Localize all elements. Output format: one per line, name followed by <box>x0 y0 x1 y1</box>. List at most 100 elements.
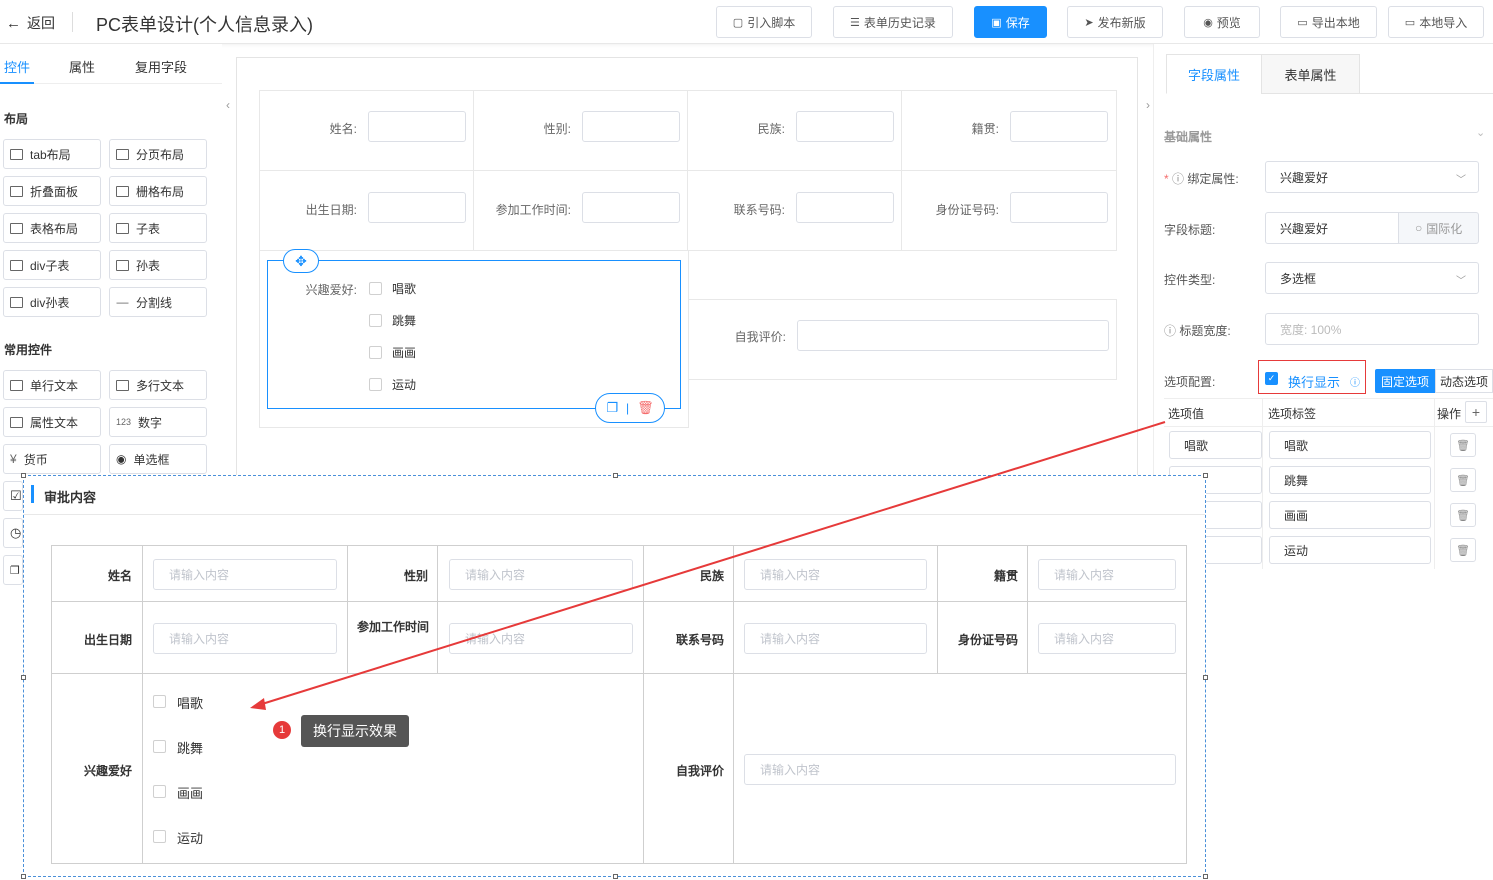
add-option-icon[interactable]: + <box>1465 401 1487 423</box>
delete-icon[interactable]: 🗑 <box>637 400 654 416</box>
form-history-button[interactable]: ☰ 表单历史记录 <box>833 6 953 38</box>
native-place-input[interactable] <box>1010 111 1108 142</box>
comp-collapse-panel[interactable]: 折叠面板 <box>3 176 101 206</box>
option-label-input[interactable]: 跳舞 <box>1269 466 1431 494</box>
preview-gender-input[interactable]: 请输入内容 <box>449 559 633 590</box>
preview-ethnicity-input[interactable]: 请输入内容 <box>744 559 927 590</box>
import-script-button[interactable]: ▢ 引入脚本 <box>716 6 812 38</box>
move-icon[interactable]: ✥ <box>283 249 319 273</box>
comp-page-layout[interactable]: 分页布局 <box>109 139 207 169</box>
delete-icon[interactable]: 🗑 <box>1450 503 1476 527</box>
cell-work-start: 参加工作时间: <box>473 170 688 251</box>
ethnicity-input[interactable] <box>796 111 894 142</box>
name-input[interactable] <box>368 111 466 142</box>
tab-field-properties[interactable]: 字段属性 <box>1166 54 1262 94</box>
resize-handle[interactable] <box>21 874 26 879</box>
import-button[interactable]: ▭ 本地导入 <box>1388 6 1484 38</box>
comp-table-layout[interactable]: 表格布局 <box>3 213 101 243</box>
checkbox[interactable] <box>369 346 382 359</box>
field-title-input[interactable]: 兴趣爱好 <box>1265 212 1399 244</box>
preview-button[interactable]: ◉ 预览 <box>1184 6 1260 38</box>
publish-button[interactable]: ➤ 发布新版 <box>1067 6 1163 38</box>
comp-div-grandchild-table[interactable]: div孙表 <box>3 287 101 317</box>
preview-native-place-input[interactable]: 请输入内容 <box>1038 559 1176 590</box>
birth-date-input[interactable] <box>368 192 466 223</box>
resize-handle[interactable] <box>613 473 618 478</box>
preview-work-start-input[interactable]: 请输入内容 <box>449 623 633 654</box>
checkbox[interactable] <box>153 830 166 843</box>
dynamic-options-button[interactable]: 动态选项 <box>1435 369 1493 393</box>
resize-handle[interactable] <box>21 473 26 478</box>
option-label-input[interactable]: 运动 <box>1269 536 1431 564</box>
checkbox[interactable] <box>369 282 382 295</box>
comp-radio[interactable]: ◉ 单选框 <box>109 444 207 474</box>
checkbox[interactable] <box>369 378 382 391</box>
comp-attr-text[interactable]: 属性文本 <box>3 407 101 437</box>
gender-input[interactable] <box>582 111 680 142</box>
comp-grid-layout[interactable]: 栅格布局 <box>109 176 207 206</box>
comp-subtable[interactable]: 子表 <box>109 213 207 243</box>
tab-properties[interactable]: 属性 <box>69 57 95 76</box>
work-start-input[interactable] <box>582 192 680 223</box>
phone-input[interactable] <box>796 192 894 223</box>
comp-divider[interactable]: — 分割线 <box>109 287 207 317</box>
export-button[interactable]: ▭ 导出本地 <box>1280 6 1377 38</box>
bind-select[interactable]: 兴趣爱好 ﹀ <box>1265 161 1479 193</box>
self-eval-input[interactable] <box>797 320 1109 351</box>
option-label-input[interactable]: 画画 <box>1269 501 1431 529</box>
delete-icon[interactable]: 🗑 <box>1450 468 1476 492</box>
comp-grandchild-table[interactable]: 孙表 <box>109 250 207 280</box>
option-label-input[interactable]: 唱歌 <box>1269 431 1431 459</box>
control-type-select[interactable]: 多选框 ﹀ <box>1265 262 1479 294</box>
selected-hobby-field[interactable]: 兴趣爱好: 唱歌 跳舞 画画 运动 <box>267 260 681 409</box>
preview-birth-date-input[interactable]: 请输入内容 <box>153 623 337 654</box>
save-icon: ▣ <box>991 16 1002 29</box>
preview-id-number-input[interactable]: 请输入内容 <box>1038 623 1176 654</box>
preview-phone-input[interactable]: 请输入内容 <box>744 623 927 654</box>
comp-tab-layout[interactable]: tab布局 <box>3 139 101 169</box>
title-width-input[interactable]: 宽度: 100% <box>1265 313 1479 345</box>
comp-copy[interactable]: ❐ <box>3 555 23 585</box>
comp-multi-text[interactable]: 多行文本 <box>109 370 207 400</box>
resize-handle[interactable] <box>1203 874 1208 879</box>
comp-checkbox[interactable]: ☑ <box>3 481 23 511</box>
fixed-options-button[interactable]: 固定选项 <box>1375 369 1435 393</box>
yen-icon: ¥ <box>10 452 17 466</box>
resize-handle[interactable] <box>613 874 618 879</box>
col-divider <box>142 545 143 864</box>
back-button[interactable]: ← 返回 <box>6 13 55 33</box>
wrap-display-checkbox[interactable]: ✓ <box>1265 372 1278 385</box>
checkbox[interactable] <box>153 785 166 798</box>
comp-number[interactable]: 123 数字 <box>109 407 207 437</box>
preview-label: 出生日期 <box>83 633 132 647</box>
comp-time[interactable]: ◷ <box>3 518 23 548</box>
comp-div-subtable[interactable]: div子表 <box>3 250 101 280</box>
comp-currency[interactable]: ¥ 货币 <box>3 444 101 474</box>
preview-self-eval-input[interactable]: 请输入内容 <box>744 754 1176 785</box>
resize-handle[interactable] <box>21 675 26 680</box>
tab-form-properties[interactable]: 表单属性 <box>1261 54 1360 94</box>
i18n-button[interactable]: ○ 国际化 <box>1398 212 1479 244</box>
copy-icon[interactable]: ❐ <box>606 400 618 416</box>
delete-icon[interactable]: 🗑 <box>1450 433 1476 457</box>
col-header-label: 选项标签 <box>1268 407 1317 421</box>
save-button[interactable]: ▣ 保存 <box>974 6 1047 38</box>
checkbox[interactable] <box>369 314 382 327</box>
preview-name-input[interactable]: 请输入内容 <box>153 559 337 590</box>
option-value-input[interactable]: 唱歌 <box>1169 431 1262 459</box>
tab-controls[interactable]: 控件 <box>4 57 30 76</box>
checkbox[interactable] <box>153 740 166 753</box>
chevron-down-icon[interactable]: ⌄ <box>1476 126 1485 139</box>
annotation-badge: 1 <box>273 721 291 739</box>
delete-icon[interactable]: 🗑 <box>1450 538 1476 562</box>
resize-handle[interactable] <box>1203 473 1208 478</box>
input-icon <box>10 379 23 391</box>
collapse-right-icon[interactable]: › <box>1143 93 1153 117</box>
id-number-input[interactable] <box>1010 192 1108 223</box>
tab-reuse-fields[interactable]: 复用字段 <box>135 57 187 76</box>
collapse-left-icon[interactable]: ‹ <box>223 93 233 117</box>
checkbox[interactable] <box>153 695 166 708</box>
resize-handle[interactable] <box>1203 675 1208 680</box>
section-divider <box>24 514 1205 515</box>
comp-single-text[interactable]: 单行文本 <box>3 370 101 400</box>
